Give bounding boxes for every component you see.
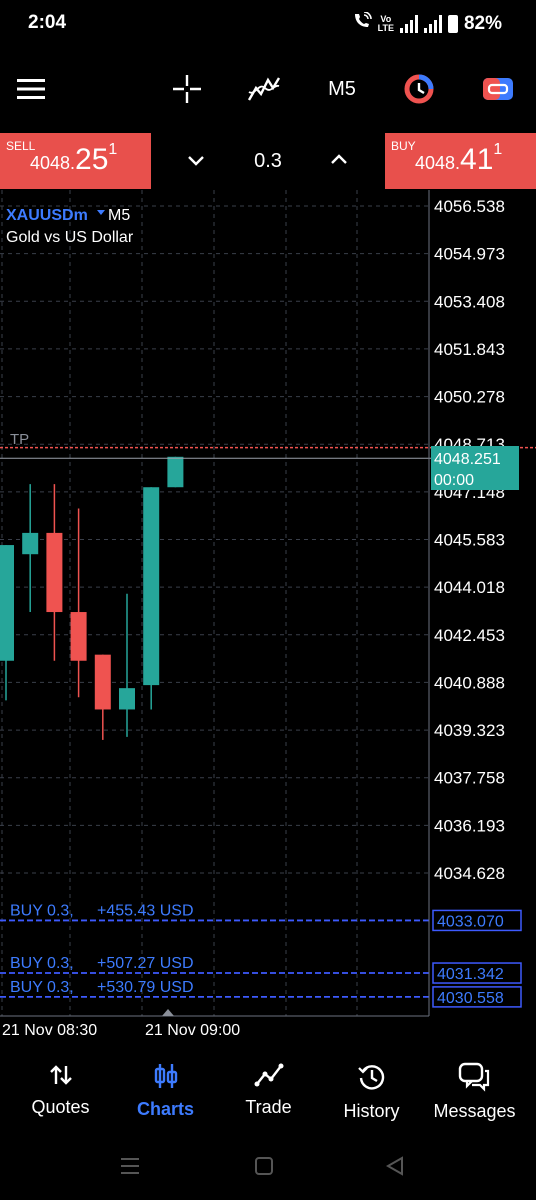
tp-label: TP (10, 431, 29, 448)
quotes-icon (49, 1065, 72, 1085)
volte-indicator: Vo LTE (377, 14, 394, 33)
order-price: 4030.558 (437, 990, 504, 1007)
candle-body (143, 487, 160, 686)
buy-button[interactable]: BUY 4048.411 (385, 133, 536, 189)
order-profit: +530.79 USD (97, 979, 194, 996)
nav-charts-label: Charts (136, 1099, 194, 1119)
bar-countdown: 00:00 (434, 472, 474, 489)
crosshair-icon[interactable] (170, 72, 204, 106)
candle-body (70, 612, 87, 661)
order-label: BUY 0.3, (10, 979, 74, 996)
symbol-dropdown-icon[interactable] (97, 210, 105, 215)
time-axis-label: 21 Nov 08:30 (2, 1022, 97, 1039)
price-axis-label: 4054.973 (434, 245, 505, 264)
sell-button[interactable]: SELL 4048.251 (0, 133, 151, 189)
chart-objects-icon[interactable] (402, 72, 436, 106)
nav-trade[interactable]: Trade (215, 1062, 322, 1118)
recent-apps-icon[interactable] (118, 1155, 142, 1183)
price-axis-label: 4053.408 (434, 292, 505, 311)
trade-icon (254, 1063, 283, 1087)
current-price-value: 4048.251 (434, 451, 501, 468)
nav-history-label: History (343, 1101, 400, 1121)
nav-charts[interactable]: Charts (112, 1062, 219, 1120)
price-axis-label: 4051.843 (434, 340, 505, 359)
order-price: 4033.070 (437, 913, 504, 930)
wifi-call-icon (352, 11, 372, 36)
price-axis-label: 4056.538 (434, 197, 505, 216)
one-click-trading-icon[interactable] (480, 72, 516, 106)
status-time: 2:04 (28, 12, 67, 33)
nav-quotes[interactable]: Quotes (7, 1062, 114, 1118)
candle-body (119, 688, 135, 710)
sell-price: 4048.251 (30, 141, 118, 176)
back-icon[interactable] (384, 1155, 406, 1183)
timeframe-button[interactable]: M5 (322, 72, 362, 106)
price-axis-label: 4042.453 (434, 626, 505, 645)
order-price: 4031.342 (437, 966, 504, 983)
price-axis-label: 4045.583 (434, 531, 505, 550)
order-label: BUY 0.3, (10, 955, 74, 972)
lot-value[interactable]: 0.3 (240, 150, 296, 173)
charts-icon (154, 1064, 177, 1088)
history-icon (357, 1065, 384, 1090)
chart-symbol: XAUUSDm (6, 207, 88, 224)
chart-shift-marker[interactable] (162, 1009, 174, 1016)
price-axis-label: 4036.193 (434, 816, 505, 835)
nav-messages-label: Messages (433, 1101, 516, 1121)
status-icons: Vo LTE 82% (352, 11, 502, 36)
price-axis-label: 4040.888 (434, 673, 505, 692)
chart-description: Gold vs US Dollar (6, 229, 134, 246)
lot-increase-chevron-up-icon[interactable] (328, 148, 350, 175)
home-icon[interactable] (253, 1155, 275, 1183)
lot-decrease-chevron-down-icon[interactable] (185, 150, 207, 177)
order-profit: +507.27 USD (97, 955, 194, 972)
nav-quotes-label: Quotes (31, 1097, 90, 1117)
candle-body (0, 545, 14, 661)
price-axis-label: 4044.018 (434, 578, 505, 597)
price-axis-label: 4050.278 (434, 388, 505, 407)
chart-timeframe: M5 (108, 207, 130, 224)
candle-body (46, 532, 63, 613)
hamburger-menu-icon[interactable] (14, 72, 48, 106)
messages-icon (458, 1062, 489, 1092)
nav-history[interactable]: History (318, 1062, 425, 1122)
candle-body (94, 654, 111, 710)
battery-percent: 82% (463, 13, 502, 34)
nav-trade-label: Trade (245, 1097, 292, 1117)
nav-messages[interactable]: Messages (421, 1062, 528, 1122)
candle-body (167, 456, 184, 488)
signal-icon (399, 15, 418, 33)
price-chart[interactable]: BUY 0.3, +455.43 USD 4033.070 BUY 0.3, +507.… (0, 190, 536, 1050)
price-axis-label: 4039.323 (434, 721, 505, 740)
order-profit: +455.43 USD (97, 902, 194, 919)
price-axis-label: 4034.628 (434, 864, 505, 883)
battery-icon (447, 15, 458, 33)
buy-price: 4048.411 (415, 141, 503, 176)
indicators-icon[interactable] (246, 72, 282, 106)
price-axis-label: 4037.758 (434, 769, 505, 788)
order-label: BUY 0.3, (10, 902, 74, 919)
time-axis-label: 21 Nov 09:00 (145, 1022, 240, 1039)
candle-body (22, 532, 39, 555)
signal-icon-2 (423, 15, 442, 33)
buy-label: BUY (391, 139, 416, 153)
